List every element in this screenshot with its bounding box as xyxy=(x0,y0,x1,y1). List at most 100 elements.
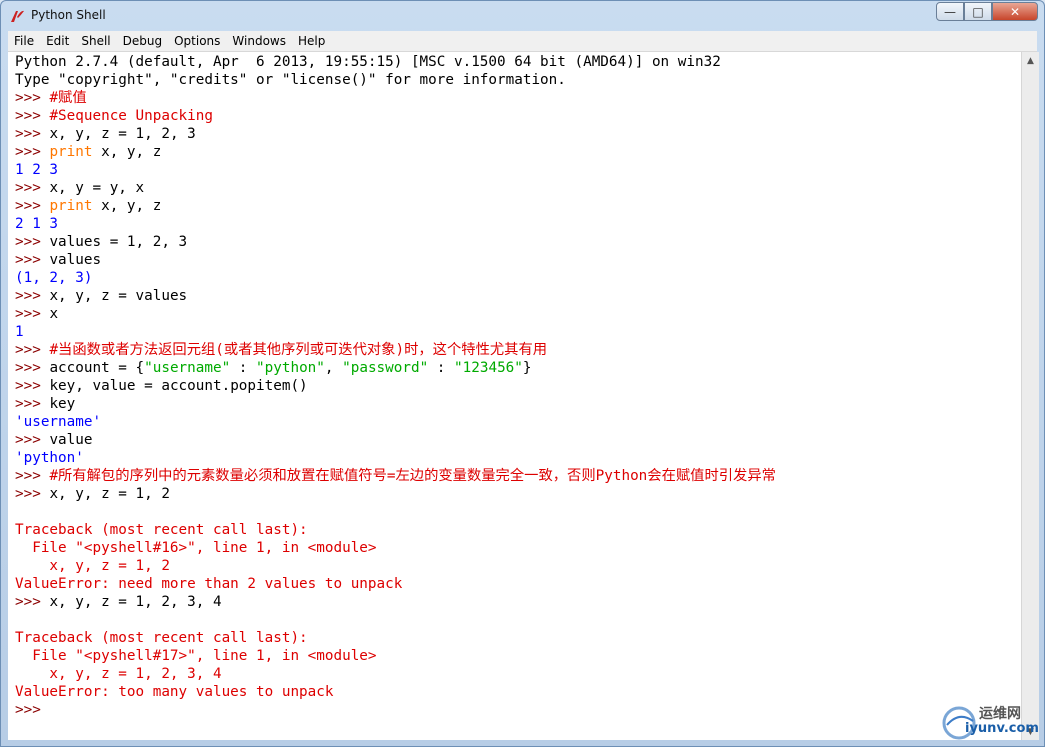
shell-line: >>> values xyxy=(15,251,776,269)
shell-line: >>> #赋值 xyxy=(15,89,776,107)
shell-line: >>> x xyxy=(15,305,776,323)
vertical-scrollbar[interactable]: ▲ ▼ xyxy=(1021,52,1039,740)
menu-options[interactable]: Options xyxy=(168,34,226,48)
python-shell-window: Python Shell — □ ✕ File Edit Shell Debug… xyxy=(0,0,1045,747)
shell-line: 1 xyxy=(15,323,776,341)
shell-text: values xyxy=(49,252,102,268)
menu-bar: File Edit Shell Debug Options Windows He… xyxy=(8,31,1037,52)
shell-text: "password" xyxy=(342,360,429,376)
shell-line: 'username' xyxy=(15,413,776,431)
menu-edit[interactable]: Edit xyxy=(40,34,75,48)
shell-text: x, y, z = 1, 2 xyxy=(49,486,170,502)
shell-text: x, y, z = 1, 2, 3, 4 xyxy=(15,666,222,682)
shell-line: >>> print x, y, z xyxy=(15,143,776,161)
shell-text-area[interactable]: Python 2.7.4 (default, Apr 6 2013, 19:55… xyxy=(8,52,1021,740)
shell-line: >>> x, y, z = 1, 2, 3, 4 xyxy=(15,593,776,611)
menu-help[interactable]: Help xyxy=(292,34,331,48)
shell-text: #赋值 xyxy=(49,90,87,106)
shell-prompt: >>> xyxy=(15,180,50,196)
shell-text: Type "copyright", "credits" or "license(… xyxy=(15,72,566,88)
close-button[interactable]: ✕ xyxy=(992,2,1038,21)
shell-prompt: >>> xyxy=(15,486,50,502)
shell-text: key xyxy=(49,396,76,412)
shell-prompt: >>> xyxy=(15,360,50,376)
shell-text: Python 2.7.4 (default, Apr 6 2013, 19:55… xyxy=(15,54,721,70)
shell-line: ValueError: need more than 2 values to u… xyxy=(15,575,776,593)
shell-text: } xyxy=(522,360,532,376)
shell-text: (1, 2, 3) xyxy=(15,270,93,286)
shell-line: 2 1 3 xyxy=(15,215,776,233)
shell-prompt: >>> xyxy=(15,252,50,268)
shell-text: #所有解包的序列中的元素数量必须和放置在赋值符号=左边的变量数量完全一致，否则P… xyxy=(49,468,776,484)
shell-line: Traceback (most recent call last): xyxy=(15,521,776,539)
shell-text: File "<pyshell#17>", line 1, in <module> xyxy=(15,648,377,664)
shell-line: File "<pyshell#16>", line 1, in <module> xyxy=(15,539,776,557)
menu-file[interactable]: File xyxy=(8,34,40,48)
shell-prompt: >>> xyxy=(15,396,50,412)
arrow-up-icon: ▲ xyxy=(1027,55,1034,66)
shell-line: >>> x, y, z = 1, 2 xyxy=(15,485,776,503)
maximize-icon: □ xyxy=(972,4,984,19)
shell-line: >>> x, y = y, x xyxy=(15,179,776,197)
shell-text: Traceback (most recent call last): xyxy=(15,522,308,538)
window-controls: — □ ✕ xyxy=(936,2,1038,21)
shell-text: 2 1 3 xyxy=(15,216,59,232)
tk-feather-icon xyxy=(11,10,24,22)
menu-shell[interactable]: Shell xyxy=(75,34,116,48)
shell-text: print xyxy=(49,198,93,214)
shell-text: value xyxy=(49,432,93,448)
scroll-up-button[interactable]: ▲ xyxy=(1022,52,1039,69)
shell-line: >>> x, y, z = values xyxy=(15,287,776,305)
shell-line: Python 2.7.4 (default, Apr 6 2013, 19:55… xyxy=(15,53,776,71)
shell-prompt: >>> xyxy=(15,702,50,718)
shell-text: 1 2 3 xyxy=(15,162,59,178)
shell-line: (1, 2, 3) xyxy=(15,269,776,287)
minimize-button[interactable]: — xyxy=(936,2,964,21)
watermark-text-url: iyunv.com xyxy=(965,721,1039,736)
shell-prompt: >>> xyxy=(15,288,50,304)
menu-windows[interactable]: Windows xyxy=(226,34,292,48)
shell-text: #Sequence Unpacking xyxy=(49,108,213,124)
shell-text: : xyxy=(428,360,455,376)
shell-line: File "<pyshell#17>", line 1, in <module> xyxy=(15,647,776,665)
window-title: Python Shell xyxy=(31,8,106,22)
shell-line: Type "copyright", "credits" or "license(… xyxy=(15,71,776,89)
shell-text: : xyxy=(230,360,257,376)
shell-line: ValueError: too many values to unpack xyxy=(15,683,776,701)
shell-output: Python 2.7.4 (default, Apr 6 2013, 19:55… xyxy=(15,53,776,719)
shell-text: , xyxy=(324,360,343,376)
menu-debug[interactable]: Debug xyxy=(117,34,168,48)
close-icon: ✕ xyxy=(1009,4,1021,19)
shell-prompt: >>> xyxy=(15,468,50,484)
shell-prompt: >>> xyxy=(15,90,50,106)
shell-prompt: >>> xyxy=(15,594,50,610)
shell-line: >>> key xyxy=(15,395,776,413)
shell-prompt: >>> xyxy=(15,378,50,394)
shell-text: x, y, z = 1, 2 xyxy=(15,558,170,574)
shell-text: account = { xyxy=(49,360,145,376)
shell-prompt: >>> xyxy=(15,342,50,358)
shell-prompt: >>> xyxy=(15,234,50,250)
shell-text: x, y, z = 1, 2, 3, 4 xyxy=(49,594,222,610)
shell-line: Traceback (most recent call last): xyxy=(15,629,776,647)
shell-text: 1 xyxy=(15,324,24,340)
shell-text: ValueError: need more than 2 values to u… xyxy=(15,576,403,592)
shell-text: #当函数或者方法返回元组(或者其他序列或可迭代对象)时，这个特性尤其有用 xyxy=(49,342,548,358)
shell-line: >>> #当函数或者方法返回元组(或者其他序列或可迭代对象)时，这个特性尤其有用 xyxy=(15,341,776,359)
shell-text: Traceback (most recent call last): xyxy=(15,630,308,646)
title-bar[interactable]: Python Shell — □ ✕ xyxy=(1,1,1044,31)
shell-text: 'username' xyxy=(15,414,102,430)
minimize-icon: — xyxy=(944,4,956,19)
maximize-button[interactable]: □ xyxy=(964,2,992,21)
shell-text: "123456" xyxy=(454,360,523,376)
shell-line: >>> xyxy=(15,701,776,719)
shell-prompt: >>> xyxy=(15,144,50,160)
shell-text: x, y, z = values xyxy=(49,288,188,304)
shell-line: >>> x, y, z = 1, 2, 3 xyxy=(15,125,776,143)
shell-line: >>> #Sequence Unpacking xyxy=(15,107,776,125)
shell-prompt: >>> xyxy=(15,108,50,124)
shell-text: x xyxy=(49,306,59,322)
shell-text: ValueError: too many values to unpack xyxy=(15,684,334,700)
